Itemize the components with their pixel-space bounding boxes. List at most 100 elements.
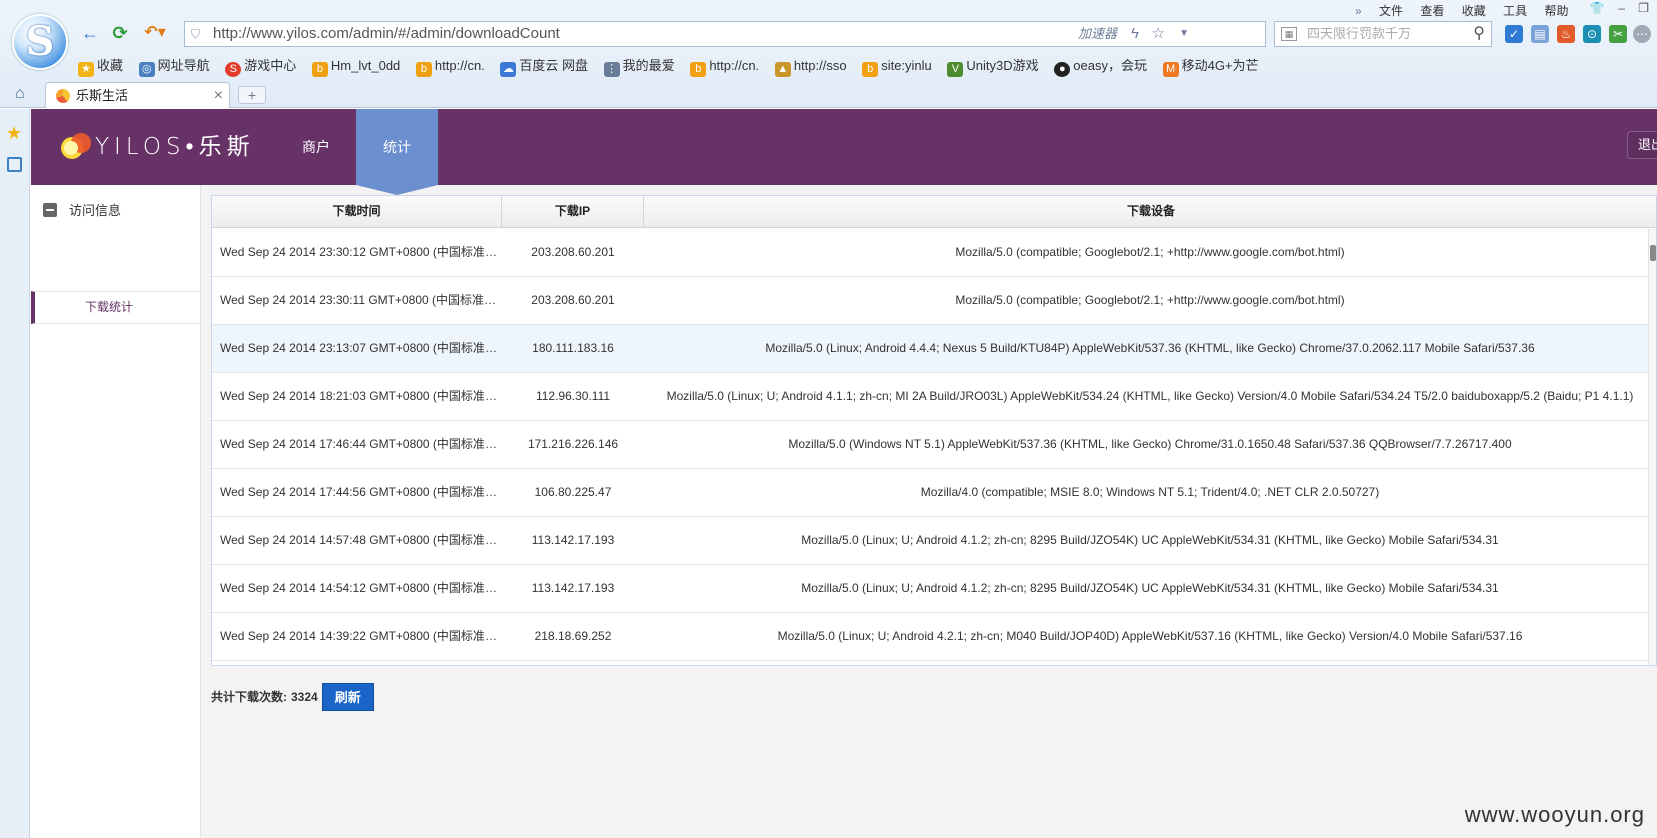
bookmark-label: 游戏中心 <box>244 58 297 73</box>
search-box[interactable]: ▦ 四天限行罚款千万 ⚲ <box>1274 21 1492 47</box>
nav-item-download-stats[interactable]: 下载统计 <box>31 291 201 324</box>
logout-button[interactable]: 退出 <box>1627 131 1657 159</box>
cell-ip: 203.208.60.201 <box>531 245 615 259</box>
cell-device: Mozilla/5.0 (compatible; Googlebot/2.1; … <box>955 245 1345 259</box>
bookmark-12[interactable]: M 移动4G+为芒 <box>1162 55 1259 77</box>
bookmark-7[interactable]: b http://cn. <box>690 58 759 77</box>
table-row[interactable]: Wed Sep 24 2014 18:21:03 GMT+0800 (中国标准时… <box>212 373 1656 421</box>
table-row[interactable]: Wed Sep 24 2014 17:44:56 GMT+0800 (中国标准时… <box>212 469 1656 517</box>
menu-file[interactable]: 文件 <box>1379 4 1403 18</box>
minimize-icon[interactable]: – <box>1618 1 1625 15</box>
accelerator-label[interactable]: 加速器 <box>1078 22 1117 46</box>
back-arrow-icon[interactable]: ← <box>78 22 102 44</box>
bookmark-label: 收藏 <box>97 58 124 73</box>
skin-icon[interactable]: 👕 <box>1590 1 1605 15</box>
undo-dropdown-icon[interactable]: ↶▾ <box>140 22 170 44</box>
bookmark-label: 百度云 网盘 <box>519 58 589 73</box>
table-row[interactable]: Wed Sep 24 2014 23:13:07 GMT+0800 (中国标准时… <box>212 325 1656 373</box>
bing-icon: b <box>415 62 432 77</box>
bookmark-3[interactable]: b Hm_lvt_0dd <box>311 58 400 77</box>
bookmark-8[interactable]: ▲ http://sso <box>774 58 847 77</box>
shield-tool-icon[interactable]: ✓ <box>1505 25 1523 43</box>
double-chevron-icon[interactable]: » <box>1355 4 1362 18</box>
bookmark-label: 网址导航 <box>157 58 210 73</box>
globe-icon: ◎ <box>138 62 155 77</box>
cell-time: Wed Sep 24 2014 23:13:07 GMT+0800 (中国标准时… <box>220 341 500 355</box>
reload-icon[interactable]: ⟳ <box>108 22 132 44</box>
nav-stats[interactable]: 统计 <box>356 109 438 185</box>
table-row[interactable]: Wed Sep 24 2014 17:46:44 GMT+0800 (中国标准时… <box>212 421 1656 469</box>
nav-group-visit-info[interactable]: 访问信息 <box>31 197 201 221</box>
menu-bar: » 文件 查看 收藏 工具 帮助 <box>1355 2 1582 19</box>
menu-view[interactable]: 查看 <box>1420 4 1444 18</box>
tab-favicon-icon <box>56 89 70 103</box>
bookmark-label: http://sso <box>793 58 847 73</box>
close-icon[interactable]: × <box>214 83 223 109</box>
lightning-icon[interactable]: ϟ <box>1131 22 1139 46</box>
cell-device: Mozilla/5.0 (Linux; U; Android 4.1.2; zh… <box>801 581 1499 595</box>
search-input[interactable]: 四天限行罚款千万 <box>1307 22 1411 46</box>
cell-ip: 218.18.69.252 <box>502 661 644 665</box>
table-row[interactable]: Wed Sep 24 2014 14:36:01 GMT+0800 (中国标准时… <box>212 661 1656 665</box>
tab-title: 乐斯生活 <box>76 88 129 103</box>
cell-device: Mozilla/5.0 (Windows NT 5.1) AppleWebKit… <box>788 437 1512 451</box>
favorites-star-icon[interactable]: ★ <box>6 123 22 144</box>
bookmark-0[interactable]: ★ 收藏 <box>78 55 123 77</box>
download-table: 下载时间 下载IP 下载设备 Wed Sep 24 2014 23:30:12 … <box>211 195 1657 666</box>
bookmark-9[interactable]: b site:yinlu <box>862 58 932 77</box>
cell-time: Wed Sep 24 2014 14:54:12 GMT+0800 (中国标准时… <box>220 581 500 595</box>
cell-device: Mozilla/5.0 (Linux; U; Android 4.1.1; zh… <box>666 389 1634 403</box>
address-bar[interactable]: ⛉ http://www.yilos.com/admin/#/admin/dow… <box>184 21 1266 47</box>
reader-tool-icon[interactable]: ▤ <box>1531 25 1549 43</box>
cloud-icon: ☁ <box>500 62 517 77</box>
nav-merchant[interactable]: 商户 <box>276 109 356 185</box>
column-header-device[interactable]: 下载设备 <box>644 196 1656 228</box>
star-outline-icon[interactable]: ☆ <box>1152 22 1165 46</box>
cell-device: Mozilla/5.0 (Linux; U; Android 4.2.1; zh… <box>777 629 1523 643</box>
mango-icon: M <box>1162 62 1179 77</box>
table-row[interactable]: Wed Sep 24 2014 23:30:11 GMT+0800 (中国标准时… <box>212 277 1656 325</box>
browser-logo-icon[interactable]: S <box>12 14 68 70</box>
menu-favorites[interactable]: 收藏 <box>1462 4 1486 18</box>
bookmark-1[interactable]: ◎ 网址导航 <box>138 55 210 77</box>
new-tab-button[interactable]: + <box>238 86 266 104</box>
bookmark-label: 移动4G+为芒 <box>1181 58 1259 73</box>
more-tools-icon[interactable]: ⋯ <box>1633 25 1651 43</box>
bookmark-label: http://cn. <box>709 58 760 73</box>
bookmark-4[interactable]: b http://cn. <box>415 58 485 77</box>
image-search-icon[interactable]: ▦ <box>1281 27 1297 41</box>
search-icon[interactable]: ⚲ <box>1473 22 1485 46</box>
column-header-time[interactable]: 下载时间 <box>212 196 502 228</box>
menu-tools[interactable]: 工具 <box>1503 4 1527 18</box>
table-row[interactable]: Wed Sep 24 2014 23:30:12 GMT+0800 (中国标准时… <box>212 229 1656 277</box>
table-row[interactable]: Wed Sep 24 2014 14:57:48 GMT+0800 (中国标准时… <box>212 517 1656 565</box>
scrollbar-thumb[interactable] <box>1650 245 1656 261</box>
bookmark-5[interactable]: ☁ 百度云 网盘 <box>500 55 588 77</box>
column-header-ip[interactable]: 下载IP <box>502 196 644 228</box>
game-tool-icon[interactable]: ♨ <box>1557 25 1575 43</box>
table-scrollbar[interactable] <box>1648 229 1656 665</box>
main-content: 下载时间 下载IP 下载设备 Wed Sep 24 2014 23:30:12 … <box>211 185 1657 838</box>
notes-icon[interactable] <box>7 157 22 172</box>
home-icon[interactable]: ⌂ <box>15 85 25 103</box>
restore-icon[interactable]: ❐ <box>1638 1 1649 15</box>
screenshot-tool-icon[interactable]: ⊙ <box>1583 25 1601 43</box>
bookmark-10[interactable]: V Unity3D游戏 <box>947 55 1039 77</box>
table-row[interactable]: Wed Sep 24 2014 14:54:12 GMT+0800 (中国标准时… <box>212 565 1656 613</box>
tab-strip: ⌂ 乐斯生活 × + <box>0 82 1657 108</box>
grid-icon: ⋮ <box>603 62 620 77</box>
collapse-icon[interactable] <box>43 203 57 217</box>
menu-help[interactable]: 帮助 <box>1544 4 1568 18</box>
cell-device: Mozilla/4.0 (compatible; MSIE 8.0; Windo… <box>920 485 1380 499</box>
cell-time: Wed Sep 24 2014 14:36:01 GMT+0800 (中国标准时… <box>220 661 500 665</box>
table-row[interactable]: Wed Sep 24 2014 14:39:22 GMT+0800 (中国标准时… <box>212 613 1656 661</box>
tab-yilos[interactable]: 乐斯生活 × <box>45 82 230 108</box>
refresh-button[interactable]: 刷新 <box>321 683 374 711</box>
bookmark-6[interactable]: ⋮ 我的最爱 <box>603 55 675 77</box>
bookmark-11[interactable]: ● oeasy，会玩 <box>1054 55 1147 77</box>
bookmark-2[interactable]: S 游戏中心 <box>225 55 296 77</box>
ad-block-tool-icon[interactable]: ✂ <box>1609 25 1627 43</box>
address-text[interactable]: http://www.yilos.com/admin/#/admin/downl… <box>213 22 560 46</box>
cell-time: Wed Sep 24 2014 23:30:11 GMT+0800 (中国标准时… <box>220 293 500 307</box>
chevron-down-icon[interactable]: ▼ <box>1179 22 1189 46</box>
